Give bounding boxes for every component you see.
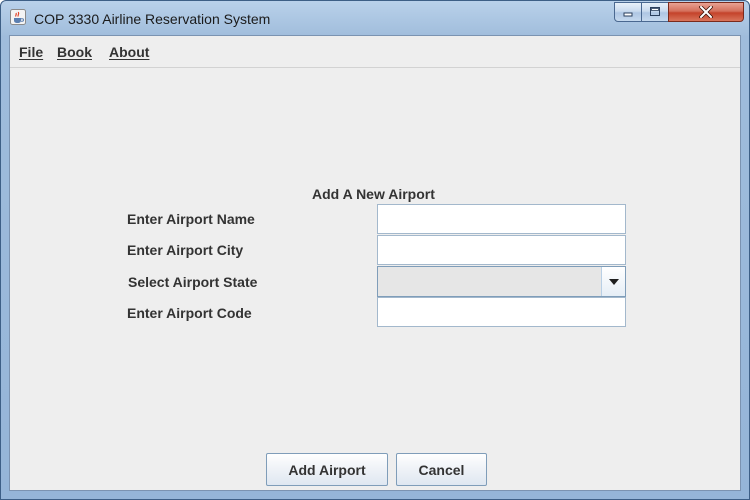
menu-bar: File Book About [10,36,740,68]
add-airport-button[interactable]: Add Airport [266,453,388,486]
menu-file[interactable]: File [19,44,43,60]
airport-code-label: Enter Airport Code [127,305,252,321]
airport-city-input[interactable] [377,235,626,265]
cancel-button[interactable]: Cancel [396,453,487,486]
chevron-down-icon [608,278,619,285]
airport-name-label: Enter Airport Name [127,211,255,227]
close-button[interactable] [668,2,744,22]
minimize-button[interactable] [614,2,642,22]
app-window: COP 3330 Airline Reservation System File… [0,0,750,500]
window-title: COP 3330 Airline Reservation System [34,11,271,27]
airport-name-input[interactable] [377,204,626,234]
maximize-button[interactable] [641,2,669,22]
maximize-icon [650,7,660,16]
menu-about[interactable]: About [109,44,149,60]
title-bar[interactable]: COP 3330 Airline Reservation System [1,1,749,35]
form-heading: Add A New Airport [312,186,435,202]
java-cup-icon[interactable] [10,9,26,25]
dropdown-button[interactable] [601,267,625,296]
airport-state-select[interactable] [377,266,626,297]
menu-book[interactable]: Book [57,44,92,60]
minimize-icon [623,12,633,17]
airport-code-input[interactable] [377,297,626,327]
content-pane: File Book About Add A New Airport Enter … [9,35,741,491]
close-icon [699,6,713,18]
airport-city-label: Enter Airport City [127,242,244,258]
airport-state-label: Select Airport State [128,274,258,290]
